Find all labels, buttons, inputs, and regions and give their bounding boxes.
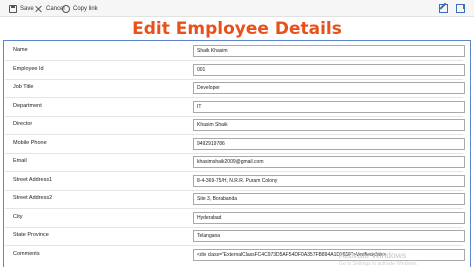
- form-row-city: City Hyderabad: [7, 210, 467, 226]
- field-label-job-title: Job Title: [13, 84, 34, 90]
- page-title: Edit Employee Details: [132, 19, 342, 39]
- link-icon: [62, 5, 70, 13]
- form-row-email: Email khasimshaik2009@gmail.com: [7, 154, 467, 170]
- edit-icon[interactable]: [438, 3, 448, 13]
- form-row-department: Department IT: [7, 99, 467, 115]
- field-input-job-title[interactable]: Developer: [193, 82, 465, 94]
- form-row-name: Name Shaik Khasim: [7, 43, 467, 59]
- form-row-street-address1: Street Address1 8-4-369-75/H, N.R.R. Pura…: [7, 173, 467, 189]
- field-input-street-address1[interactable]: 8-4-369-75/H, N.R.R. Puram Colony: [193, 174, 465, 187]
- field-label-employee-id: Employee Id: [13, 65, 44, 72]
- form-row-job-title: Job Title Developer: [7, 80, 467, 96]
- field-input-state-province[interactable]: Telangana: [193, 230, 465, 242]
- expand-icon[interactable]: [455, 3, 465, 13]
- command-bar: Save Cancel Copy link: [0, 0, 474, 17]
- field-input-email[interactable]: khasimshaik2009@gmail.com: [193, 156, 465, 168]
- activate-windows-subtext: Go to Settings to activate Windows.: [339, 261, 418, 267]
- field-label-state-province: State Province: [13, 232, 49, 238]
- field-input-director[interactable]: Khasim Shaik: [193, 119, 465, 131]
- save-label: Save: [20, 5, 34, 12]
- copy-link-button[interactable]: Copy link: [62, 2, 98, 15]
- close-icon: [35, 5, 43, 13]
- field-input-mobile-phone[interactable]: 9492919786: [193, 137, 465, 150]
- save-button[interactable]: Save: [9, 2, 34, 15]
- form-row-director: Director Khasim Shaik: [7, 117, 467, 133]
- field-label-street-address2: Street Address2: [13, 195, 53, 201]
- save-icon: [9, 4, 17, 13]
- form-row-employee-id: Employee Id 001: [7, 62, 467, 78]
- field-label-email: Email: [13, 158, 27, 164]
- activate-windows-watermark: Activate Windows: [339, 250, 407, 260]
- form-row-mobile-phone: Mobile Phone 9492919786: [7, 136, 467, 152]
- field-label-name: Name: [13, 47, 28, 53]
- field-label-director: Director: [13, 121, 33, 127]
- field-label-city: City: [13, 213, 23, 220]
- field-input-comments[interactable]: <div class="ExternalClassFC4C973D5AF54DF…: [193, 248, 465, 261]
- field-label-department: Department: [13, 102, 42, 109]
- field-input-street-address2[interactable]: Site 3, Borabanda: [193, 193, 465, 205]
- field-label-mobile-phone: Mobile Phone: [13, 139, 47, 146]
- form-row-street-address2: Street Address2 Site 3, Borabanda: [7, 191, 467, 207]
- copy-link-label: Copy link: [73, 5, 98, 12]
- field-input-name[interactable]: Shaik Khasim: [193, 45, 465, 57]
- field-input-department[interactable]: IT: [193, 100, 465, 113]
- field-label-street-address1: Street Address1: [13, 176, 53, 183]
- cancel-button[interactable]: Cancel: [35, 2, 65, 15]
- field-label-comments: Comments: [13, 250, 40, 257]
- field-input-employee-id[interactable]: 001: [193, 63, 465, 76]
- form-row-state-province: State Province Telangana: [7, 228, 467, 244]
- field-input-city[interactable]: Hyderabad: [193, 211, 465, 224]
